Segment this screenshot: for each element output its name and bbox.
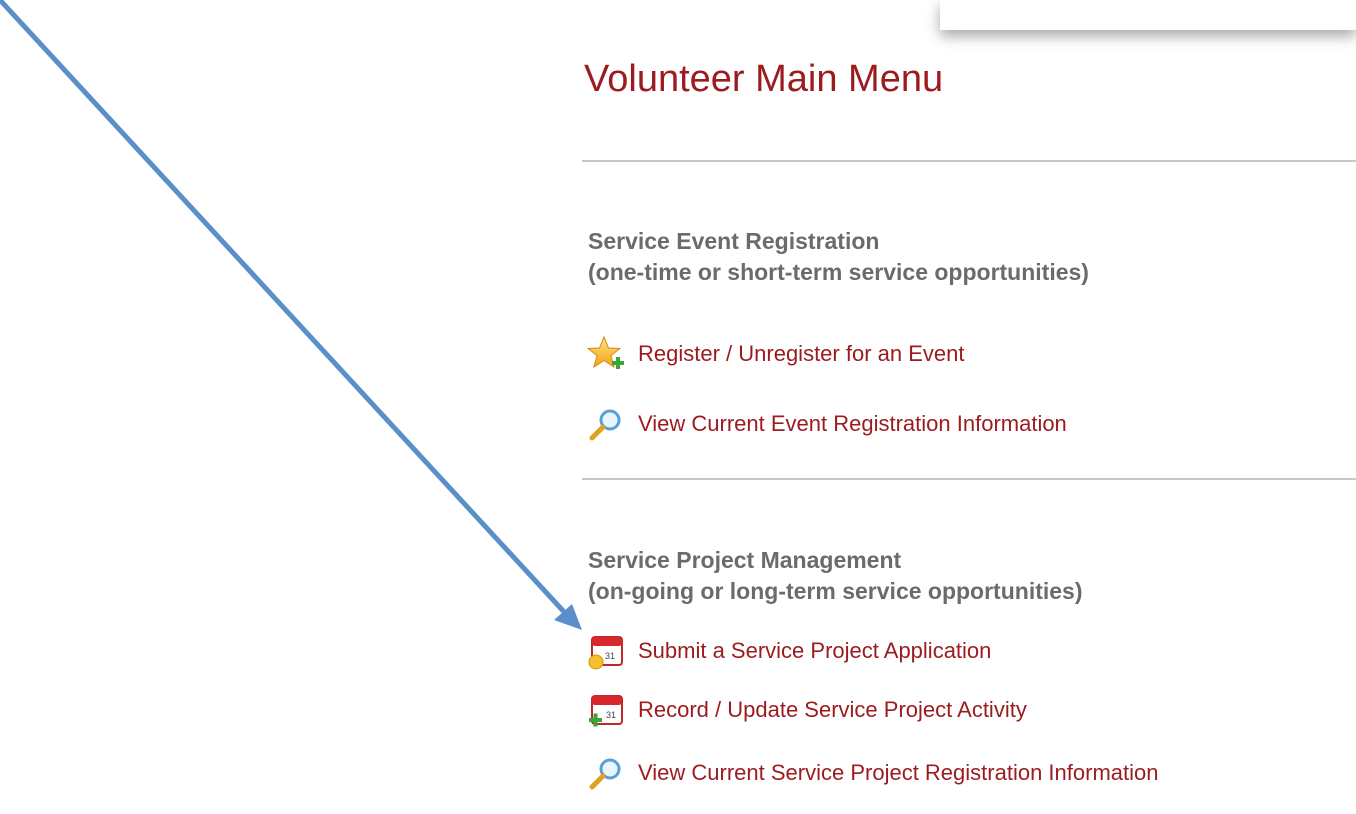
calendar-new-icon: 31 (586, 631, 626, 671)
section-heading-title: Service Project Management (588, 547, 902, 573)
title-divider (582, 160, 1356, 162)
register-unregister-event-link[interactable]: Register / Unregister for an Event (586, 334, 964, 374)
view-project-registration-link[interactable]: View Current Service Project Registratio… (586, 753, 1158, 793)
view-project-registration-label: View Current Service Project Registratio… (638, 760, 1159, 785)
svg-text:31: 31 (606, 710, 616, 720)
submit-project-application-label: Submit a Service Project Application (638, 638, 992, 663)
calendar-add-icon: 31 (586, 690, 626, 730)
view-event-registration-link[interactable]: View Current Event Registration Informat… (586, 404, 1067, 444)
section-heading-title: Service Event Registration (588, 228, 880, 254)
view-event-registration-label: View Current Event Registration Informat… (638, 411, 1067, 436)
section-heading-event-registration: Service Event Registration (one-time or … (588, 226, 1089, 288)
register-unregister-event-label: Register / Unregister for an Event (638, 341, 965, 366)
record-update-project-activity-link[interactable]: 31 Record / Update Service Project Activ… (586, 690, 1027, 730)
section-heading-subtitle: (on-going or long-term service opportuni… (588, 578, 1083, 604)
magnifier-icon (586, 753, 626, 793)
star-add-icon (586, 334, 626, 374)
svg-text:31: 31 (605, 651, 615, 661)
submit-project-application-link[interactable]: 31 Submit a Service Project Application (586, 631, 991, 671)
section-divider (582, 478, 1356, 480)
magnifier-icon (586, 404, 626, 444)
page-title: Volunteer Main Menu (584, 58, 944, 100)
section-heading-subtitle: (one-time or short-term service opportun… (588, 259, 1089, 285)
record-update-project-activity-label: Record / Update Service Project Activity (638, 697, 1027, 722)
section-heading-project-management: Service Project Management (on-going or … (588, 545, 1083, 607)
top-panel-shadow (940, 0, 1356, 30)
